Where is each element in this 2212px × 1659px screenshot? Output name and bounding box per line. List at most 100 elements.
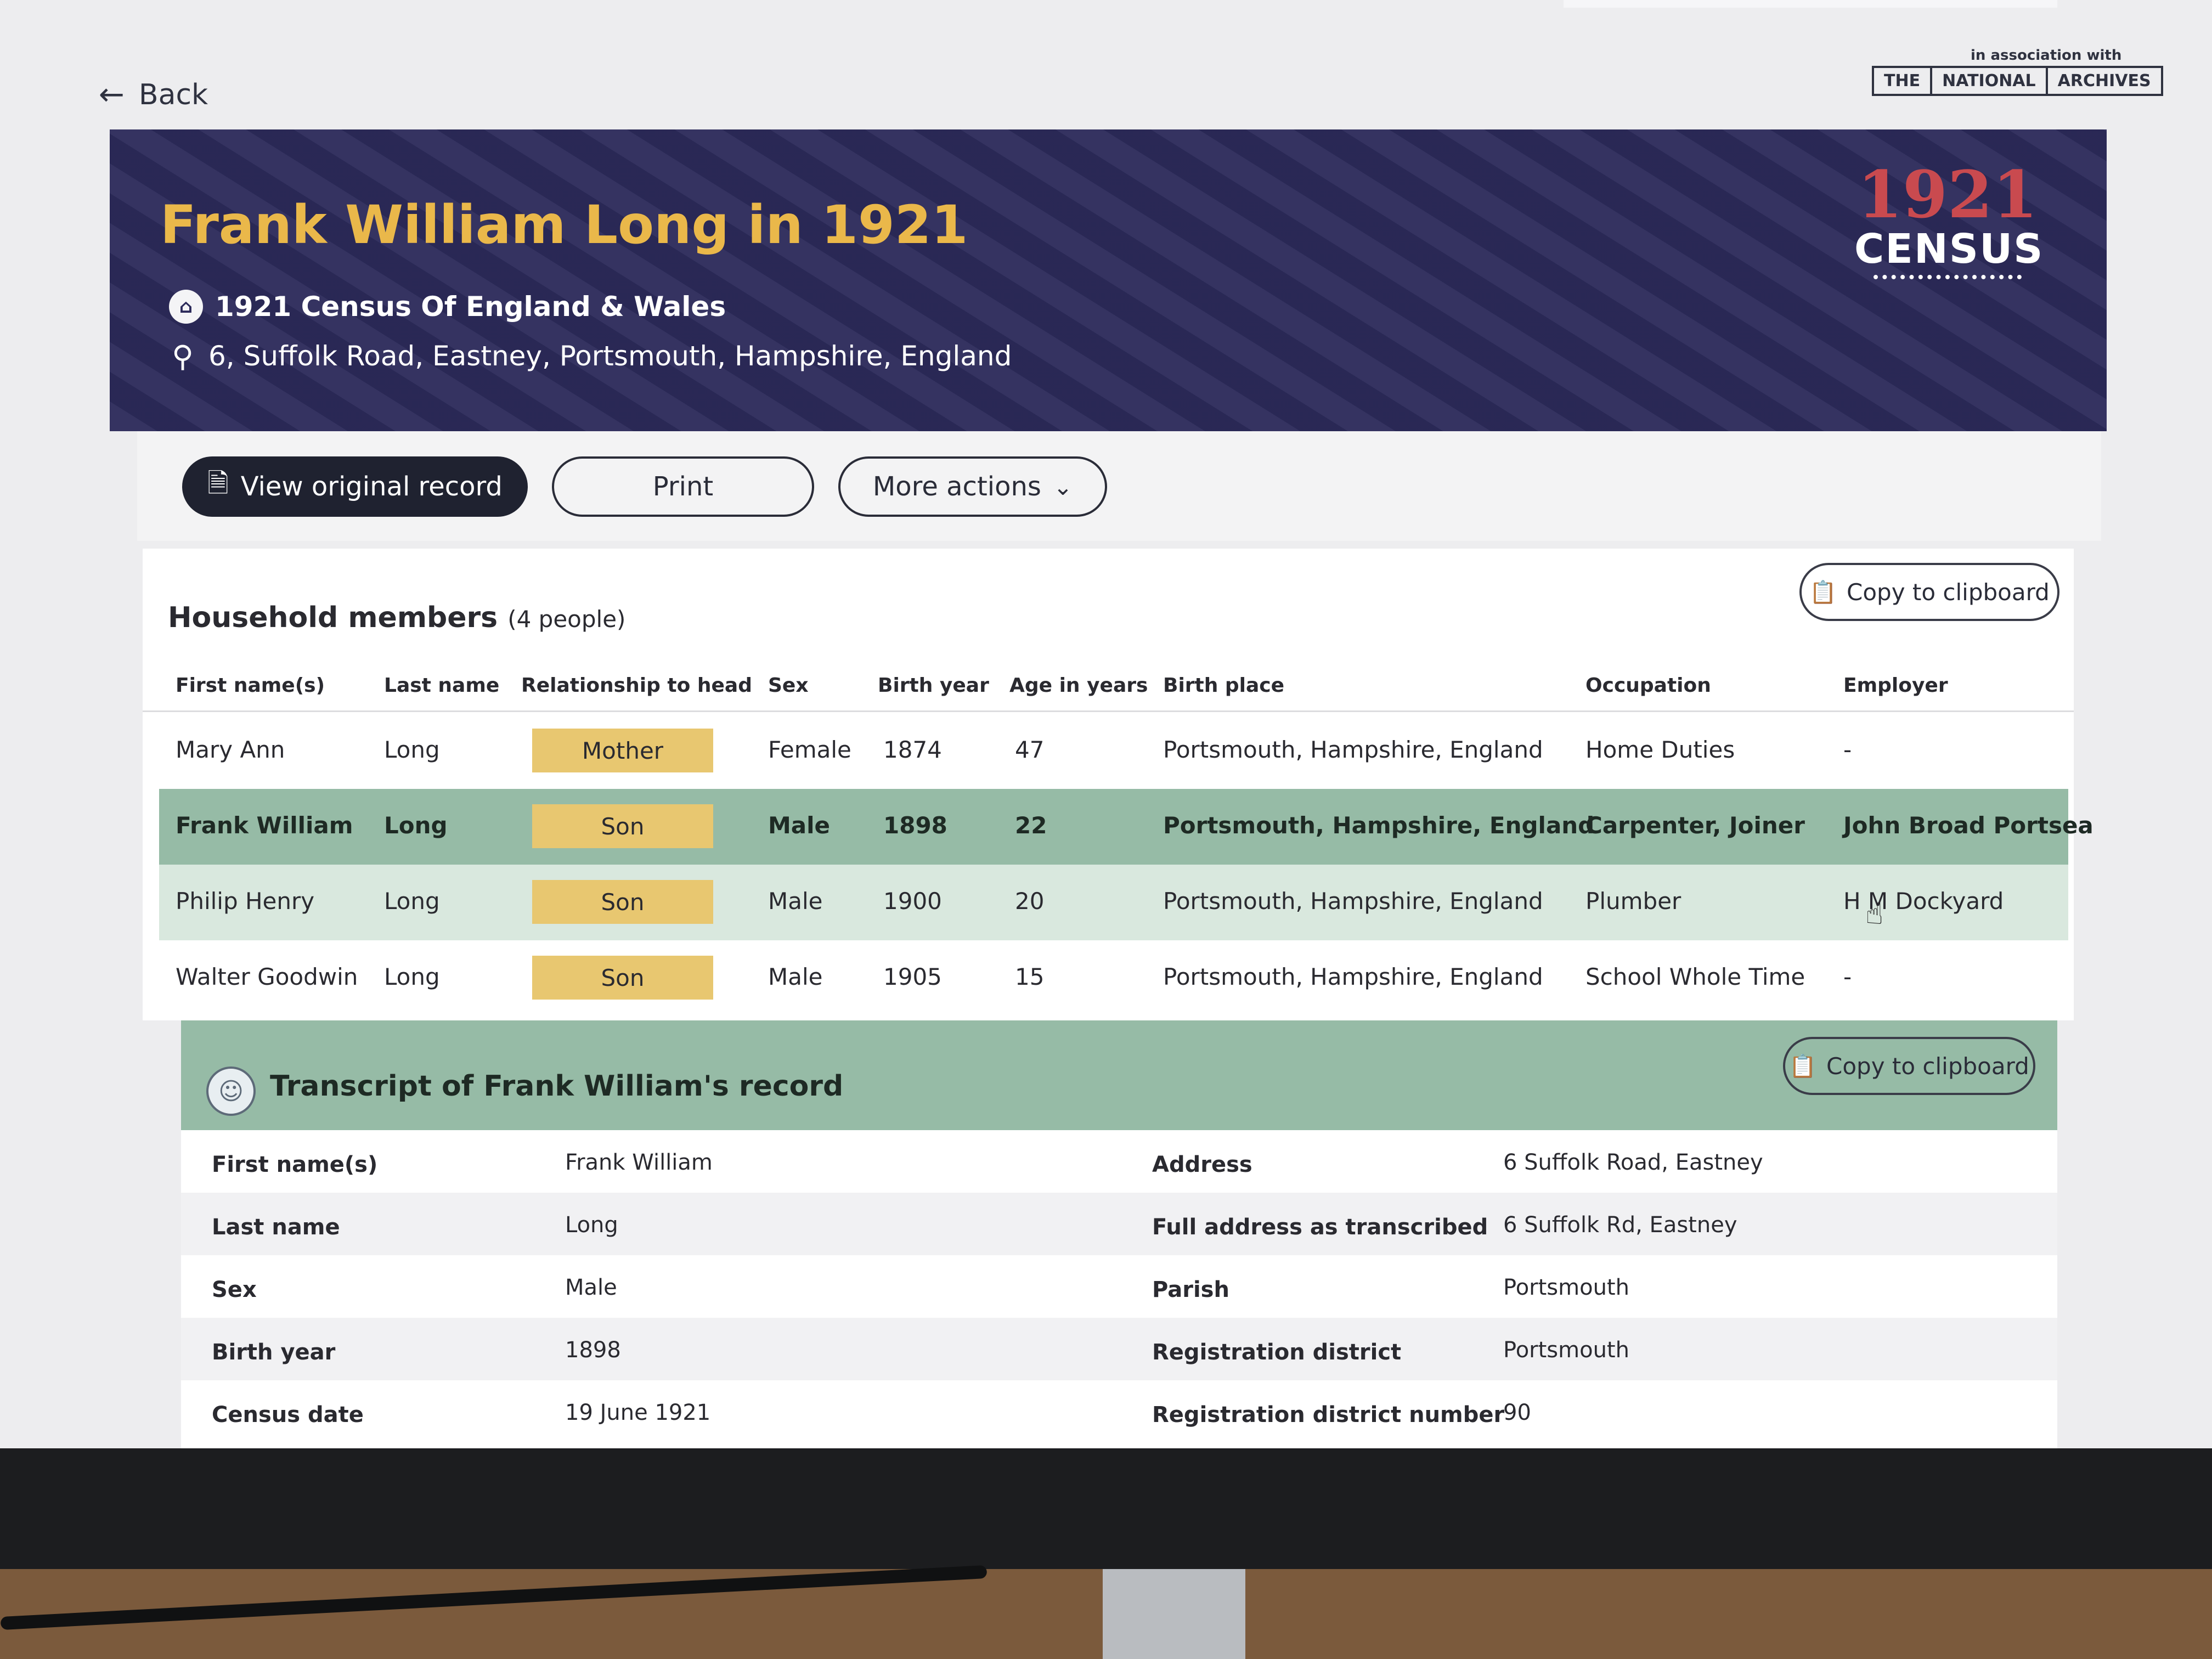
cell-birth-place: Portsmouth, Hampshire, England xyxy=(1163,812,1595,839)
census-1921-logo: 1921 CENSUS xyxy=(1854,156,2044,280)
clipboard-icon: 📋 xyxy=(1789,1053,1817,1079)
column-header-birth-place[interactable]: Birth place xyxy=(1163,674,1284,697)
field-label: Registration district xyxy=(1152,1340,1402,1365)
copy-household-button[interactable]: 📋 Copy to clipboard xyxy=(1799,563,2059,621)
transcript-title: Transcript of Frank William's record xyxy=(270,1070,844,1103)
cell-age: 15 xyxy=(1015,963,1045,990)
address-text: 6, Suffolk Road, Eastney, Portsmouth, Ha… xyxy=(208,340,1012,372)
national-archives-logo[interactable]: THE NATIONAL ARCHIVES xyxy=(1872,66,2163,96)
cell-birth-place: Portsmouth, Hampshire, England xyxy=(1163,888,1543,915)
more-actions-label: More actions xyxy=(872,471,1041,502)
column-header-last-name[interactable]: Last name xyxy=(384,674,499,697)
back-link[interactable]: ← Back xyxy=(99,77,208,112)
cell-first-name: Frank William xyxy=(176,812,353,839)
cell-sex: Male xyxy=(768,812,831,839)
view-original-label: View original record xyxy=(240,471,503,502)
field-value: Portsmouth xyxy=(1503,1275,1629,1300)
logo-part-national: NATIONAL xyxy=(1932,68,2048,94)
field-value: Male xyxy=(565,1275,617,1300)
cell-birth-year: 1898 xyxy=(883,812,947,839)
household-count: (4 people) xyxy=(507,606,626,633)
household-title-text: Household members xyxy=(168,601,498,634)
transcript-panel: ☺ Transcript of Frank William's record 📋… xyxy=(181,1020,2057,1448)
relationship-badge: Mother xyxy=(532,729,713,772)
cell-birth-year: 1900 xyxy=(883,888,942,915)
top-edge-strip xyxy=(1564,0,2057,8)
copy-transcript-button[interactable]: 📋 Copy to clipboard xyxy=(1783,1037,2035,1095)
census-logo-year: 1921 xyxy=(1857,156,2038,233)
transcript-row: Last name Long Full address as transcrib… xyxy=(181,1193,2057,1255)
household-table-header: First name(s) Last name Relationship to … xyxy=(143,661,2074,712)
hand-cursor-icon: ☝ xyxy=(1865,896,1883,931)
print-label: Print xyxy=(652,471,714,502)
transcript-row: Sex Male Parish Portsmouth xyxy=(181,1255,2057,1318)
field-value: 6 Suffolk Rd, Eastney xyxy=(1503,1212,1737,1238)
transcript-row: First name(s) Frank William Address 6 Su… xyxy=(181,1130,2057,1193)
column-header-first-name[interactable]: First name(s) xyxy=(176,674,325,697)
cell-sex: Female xyxy=(768,736,851,763)
household-title: Household members (4 people) xyxy=(168,601,625,634)
field-label: Registration district number xyxy=(1152,1402,1505,1427)
cell-first-name: Mary Ann xyxy=(176,736,285,763)
field-label: First name(s) xyxy=(212,1152,378,1177)
column-header-age[interactable]: Age in years xyxy=(1009,674,1148,697)
transcript-row: Census date 19 June 1921 Registration di… xyxy=(181,1380,2057,1443)
logo-part-the: THE xyxy=(1874,68,1933,94)
field-label: Census date xyxy=(212,1402,364,1427)
monitor-bezel xyxy=(0,1448,2212,1575)
chevron-down-icon: ⌄ xyxy=(1053,473,1073,500)
census-logo-dots xyxy=(1874,275,2022,280)
record-action-bar: 🗎 View original record Print More action… xyxy=(137,431,2101,541)
relationship-badge: Son xyxy=(532,804,713,848)
census-logo-word: CENSUS xyxy=(1854,225,2044,273)
cell-age: 47 xyxy=(1015,736,1045,763)
cell-last-name: Long xyxy=(384,963,440,990)
cell-age: 20 xyxy=(1015,888,1045,915)
field-label: Last name xyxy=(212,1215,340,1240)
column-header-occupation[interactable]: Occupation xyxy=(1585,674,1711,697)
column-header-sex[interactable]: Sex xyxy=(768,674,809,697)
table-row-hover[interactable]: Philip Henry Long Son Male 1900 20 Ports… xyxy=(159,865,2068,940)
cell-occupation: School Whole Time xyxy=(1585,963,1805,990)
column-header-birth-year[interactable]: Birth year xyxy=(878,674,989,697)
cell-occupation: Carpenter, Joiner xyxy=(1585,812,1805,839)
cell-birth-year: 1874 xyxy=(883,736,942,763)
table-row[interactable]: Walter Goodwin Long Son Male 1905 15 Por… xyxy=(159,940,2068,1016)
cell-last-name: Long xyxy=(384,736,440,763)
table-row[interactable]: Mary Ann Long Mother Female 1874 47 Port… xyxy=(159,713,2068,789)
cell-occupation: Plumber xyxy=(1585,888,1681,915)
copy-household-label: Copy to clipboard xyxy=(1847,578,2050,606)
cell-sex: Male xyxy=(768,888,823,915)
record-collection: ⌂ 1921 Census Of England & Wales xyxy=(169,290,726,324)
transcript-header: ☺ Transcript of Frank William's record 📋… xyxy=(181,1020,2057,1130)
cell-employer: - xyxy=(1843,963,1852,990)
copy-transcript-label: Copy to clipboard xyxy=(1826,1052,2029,1080)
cell-occupation: Home Duties xyxy=(1585,736,1735,763)
field-label: Sex xyxy=(212,1277,257,1302)
partner-caption: in association with xyxy=(1971,47,2122,64)
cell-sex: Male xyxy=(768,963,823,990)
more-actions-button[interactable]: More actions ⌄ xyxy=(838,456,1107,517)
record-hero-banner: Frank William Long in 1921 ⌂ 1921 Census… xyxy=(110,129,2107,431)
table-row-selected[interactable]: Frank William Long Son Male 1898 22 Port… xyxy=(159,789,2094,865)
print-button[interactable]: Print xyxy=(552,456,814,517)
cell-birth-place: Portsmouth, Hampshire, England xyxy=(1163,736,1543,763)
field-value: Long xyxy=(565,1212,618,1238)
cell-first-name: Walter Goodwin xyxy=(176,963,358,990)
page-title: Frank William Long in 1921 xyxy=(160,194,968,256)
cell-employer: John Broad Portsea xyxy=(1843,812,2094,839)
field-value: 6 Suffolk Road, Eastney xyxy=(1503,1150,1763,1175)
column-header-relationship[interactable]: Relationship to head xyxy=(521,674,752,697)
field-value: 90 xyxy=(1503,1400,1531,1425)
cell-first-name: Philip Henry xyxy=(176,888,315,915)
transcript-row: Birth year 1898 Registration district Po… xyxy=(181,1318,2057,1380)
household-members-panel: Household members (4 people) 📋 Copy to c… xyxy=(143,549,2094,1020)
arrow-left-icon: ← xyxy=(99,77,125,112)
relationship-badge: Son xyxy=(532,956,713,1000)
cell-last-name: Long xyxy=(384,888,440,915)
relationship-badge: Son xyxy=(532,880,713,924)
view-original-record-button[interactable]: 🗎 View original record xyxy=(182,456,528,517)
column-header-employer[interactable]: Employer xyxy=(1843,674,1948,697)
cell-last-name: Long xyxy=(384,812,448,839)
browser-viewport: ← Back in association with THE NATIONAL … xyxy=(0,0,2212,1448)
